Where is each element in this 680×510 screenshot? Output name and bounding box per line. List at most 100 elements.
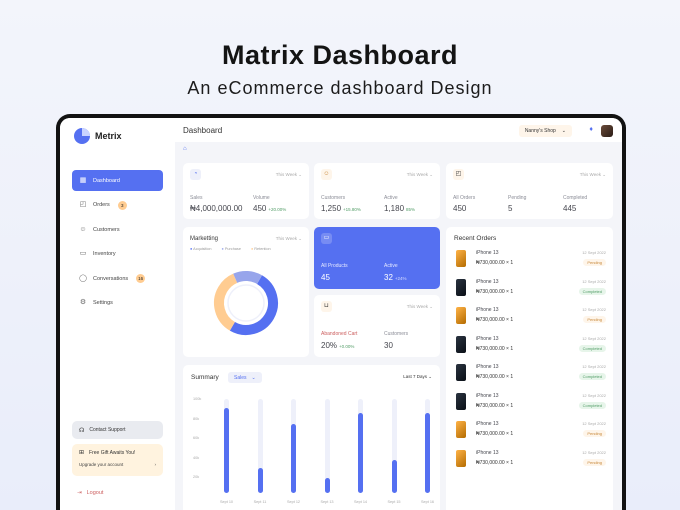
- order-date: 12 Sept 2022: [582, 364, 606, 369]
- completed-label: Completed: [563, 195, 588, 201]
- product-thumbnail: [456, 278, 466, 296]
- product-thumbnail: [456, 307, 466, 324]
- chat-icon: ◯: [79, 274, 87, 282]
- bar-sept-12[interactable]: [291, 424, 296, 493]
- hero-subtitle: An eCommerce dashboard Design: [187, 78, 493, 98]
- conversations-badge: 16: [136, 274, 146, 283]
- users-icon: ☺: [321, 169, 332, 180]
- bar-track: [425, 399, 430, 493]
- order-row[interactable]: iPhone 13 ₦730,000.00 × 1 12 Sept 2022 Comp…: [456, 278, 606, 298]
- all-orders-label: All Orders: [453, 195, 476, 201]
- sidebar: Metrix ▦ Dashboard ◰ Orders 3 ☺ Customer…: [60, 118, 175, 510]
- order-row[interactable]: iPhone 13 ₦730,000.00 × 1 12 Sept 2022 Comp…: [456, 363, 606, 383]
- period-select[interactable]: This Week ⌄: [407, 304, 433, 310]
- order-product-name: iPhone 13: [476, 449, 499, 456]
- logout-button[interactable]: ⇥ Logout: [77, 490, 103, 496]
- status-badge: Pending: [583, 430, 606, 437]
- contact-support-button[interactable]: ☊ Contact Support: [72, 421, 163, 439]
- legend-dot-icon: ●: [221, 247, 224, 251]
- sidebar-item-dashboard[interactable]: ▦ Dashboard: [72, 170, 163, 191]
- product-thumbnail: [456, 449, 466, 467]
- logout-icon: ⇥: [77, 490, 82, 496]
- bar-sept-16[interactable]: [425, 413, 430, 493]
- bag-icon: ◰: [79, 201, 87, 208]
- gift-banner[interactable]: ⊞ Free Gift Awaits You! Upgrade your acc…: [72, 444, 163, 476]
- legend-dot-icon: ●: [190, 247, 193, 251]
- orders-badge: 3: [117, 200, 127, 210]
- chart-icon: ◔: [190, 169, 201, 180]
- bar-sept-11[interactable]: [257, 467, 263, 493]
- order-row[interactable]: iPhone 13 ₦730,000.00 × 1 12 Sept 2022 Comp…: [456, 335, 606, 355]
- shop-select[interactable]: Nanny's Shop ⌄: [518, 125, 572, 137]
- sidebar-item-label: Dashboard: [93, 177, 120, 184]
- order-price: ₦730,000.00 × 1: [476, 431, 514, 437]
- order-price: ₦730,000.00 × 1: [476, 374, 514, 380]
- gift-title: Free Gift Awaits You!: [89, 449, 136, 456]
- users-icon: ☺: [79, 225, 87, 233]
- avatar[interactable]: [601, 125, 613, 137]
- bar-sept-10[interactable]: [224, 408, 229, 493]
- product-thumbnail: [456, 421, 466, 438]
- period-select[interactable]: This Week ⌄: [580, 172, 606, 178]
- order-product-name: iPhone 13: [476, 421, 499, 427]
- sales-label: Sales: [190, 195, 203, 201]
- active-products-value: 32 +24%: [384, 273, 407, 282]
- abandoned-cart-value: 20% +0.00%: [321, 341, 355, 350]
- order-product-name: iPhone 13: [476, 392, 499, 399]
- logo[interactable]: Metrix: [74, 128, 122, 144]
- bar-sept-15[interactable]: [391, 460, 397, 493]
- bar-sept-14[interactable]: [358, 413, 363, 493]
- all-products-value: 45: [321, 273, 330, 282]
- y-tick-label: 60k: [193, 436, 200, 440]
- x-tick-label: Sept 16: [420, 500, 435, 504]
- order-date: 12 Sept 2022: [582, 392, 606, 398]
- order-row[interactable]: iPhone 13 ₦730,000.00 × 1 12 Sept 2022 Pend…: [456, 306, 606, 326]
- home-icon[interactable]: ⌂: [183, 146, 187, 152]
- top-bar: Dashboard Nanny's Shop ⌄ ♦: [175, 118, 622, 142]
- sidebar-item-orders[interactable]: ◰ Orders 3: [72, 195, 163, 216]
- all-products-label: All Products: [321, 263, 348, 269]
- sidebar-item-inventory[interactable]: ▭ Inventory: [72, 244, 163, 265]
- abandoned-cart-label: Abandoned Cart: [321, 331, 358, 337]
- cart-card: ⊔ This Week ⌄ Abandoned Cart 20% +0.00% C…: [314, 295, 440, 357]
- status-badge: Pending: [583, 259, 606, 266]
- folder-icon: ▭: [79, 250, 87, 257]
- headset-icon: ☊: [79, 427, 85, 434]
- bar-sept-13[interactable]: [324, 477, 330, 493]
- cart-customers-label: Customers: [384, 331, 409, 337]
- sales-card: ◔ This Week ⌄ Sales ₦4,000,000.00 Volume…: [183, 163, 309, 219]
- sidebar-nav: ▦ Dashboard ◰ Orders 3 ☺ Customers ▭ Inv…: [72, 170, 163, 317]
- order-product-name: iPhone 13: [476, 364, 499, 370]
- volume-value: 450 +20.00%: [253, 204, 287, 213]
- legend-item: ● Acquisition: [190, 247, 212, 251]
- order-row[interactable]: iPhone 13 ₦730,000.00 × 1 12 Sept 2022 Pend…: [456, 420, 606, 440]
- product-thumbnail: [456, 335, 466, 353]
- status-badge: Completed: [578, 287, 606, 295]
- order-row[interactable]: iPhone 13 ₦730,000.00 × 1 12 Sept 2022 Pend…: [456, 249, 606, 269]
- order-row[interactable]: iPhone 13 ₦730,000.00 × 1 12 Sept 2022 Pend…: [456, 449, 606, 469]
- period-select[interactable]: This Week ⌄: [276, 172, 302, 178]
- logo-text: Metrix: [95, 131, 122, 141]
- sidebar-item-customers[interactable]: ☺ Customers: [72, 219, 163, 240]
- sidebar-item-settings[interactable]: ⚙ Settings: [72, 293, 163, 314]
- order-price: ₦730,000.00 × 1: [476, 459, 514, 466]
- y-tick-label: 20k: [193, 475, 200, 479]
- order-row[interactable]: iPhone 13 ₦730,000.00 × 1 12 Sept 2022 Comp…: [456, 392, 606, 412]
- bell-icon[interactable]: ♦: [589, 126, 593, 133]
- active-products-label: Active: [384, 263, 398, 269]
- products-card: ▭ All Products 45 Active 32 +24%: [314, 227, 440, 289]
- sidebar-item-conversations[interactable]: ◯ Conversations 16: [72, 268, 163, 289]
- product-thumbnail: [456, 392, 466, 410]
- pending-value: 5: [508, 204, 513, 213]
- chevron-down-icon: ⌄: [561, 128, 566, 134]
- sidebar-item-label: Conversations: [93, 275, 129, 282]
- order-product-name: iPhone 13: [476, 278, 499, 285]
- period-select[interactable]: This Week ⌄: [407, 172, 433, 178]
- cart-customers-value: 30: [384, 341, 393, 350]
- sidebar-item-label: Orders: [93, 202, 110, 208]
- pending-label: Pending: [508, 195, 527, 201]
- gear-icon: ⚙: [79, 299, 87, 306]
- period-select[interactable]: This Week ⌄: [276, 236, 302, 242]
- upgrade-account-link[interactable]: Upgrade your account: [79, 462, 123, 467]
- status-badge: Completed: [578, 401, 606, 409]
